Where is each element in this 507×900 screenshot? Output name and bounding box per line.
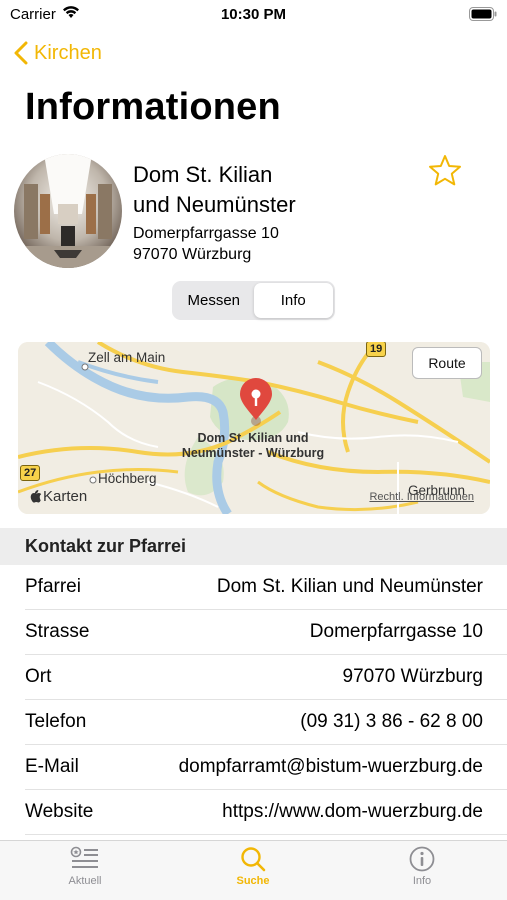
back-button[interactable]: Kirchen xyxy=(14,38,102,68)
news-list-icon xyxy=(70,846,98,868)
tab-aktuell-label: Aktuell xyxy=(68,875,102,887)
church-name: Dom St. Kilian und Neumünster xyxy=(133,160,393,220)
church-address: Domerpfarrgasse 10 97070 Würzburg xyxy=(133,223,279,265)
legal-link[interactable]: Rechtl. Informationen xyxy=(369,491,474,503)
maps-brand: Karten xyxy=(30,488,87,505)
road-shield-27: 27 xyxy=(20,465,41,481)
back-label: Kirchen xyxy=(34,41,102,64)
row-value: 97070 Würzburg xyxy=(342,666,483,687)
route-button[interactable]: Route xyxy=(412,347,482,379)
map-label-zell: Zell am Main xyxy=(88,350,166,365)
row-label: Pfarrei xyxy=(25,576,81,597)
contact-row-email[interactable]: E-Mail dompfarramt@bistum-wuerzburg.de xyxy=(25,745,507,790)
map-pin-label: Dom St. Kilian und Neumünster - Würzburg xyxy=(168,431,338,461)
contact-row-telefon[interactable]: Telefon (09 31) 3 86 - 62 8 00 xyxy=(25,700,507,745)
row-value: Dom St. Kilian und Neumünster xyxy=(216,576,483,597)
row-label: Website xyxy=(25,801,94,822)
contact-row-strasse: Strasse Domerpfarrgasse 10 xyxy=(25,610,507,655)
church-name-line2: und Neumünster xyxy=(133,192,296,217)
tab-info-label: Info xyxy=(412,875,432,887)
row-value[interactable]: https://www.dom-wuerzburg.de xyxy=(93,801,507,823)
section-header-label: Kontakt zur Pfarrei xyxy=(25,536,187,556)
apple-logo-icon xyxy=(30,489,42,503)
favorite-star-icon[interactable] xyxy=(428,154,462,192)
contact-row-ort: Ort 97070 Würzburg xyxy=(25,655,507,700)
segment-messen[interactable]: Messen xyxy=(174,283,254,318)
status-bar: Carrier 10:30 PM xyxy=(0,0,507,30)
church-city: 97070 Würzburg xyxy=(133,246,252,263)
section-header-contact: Kontakt zur Pfarrei xyxy=(0,528,507,565)
page-title: Informationen xyxy=(25,86,281,128)
map-pin-label-line2: Neumünster - Würzburg xyxy=(181,446,325,460)
contact-row-pfarrei: Pfarrei Dom St. Kilian und Neumünster xyxy=(25,565,507,610)
church-street: Domerpfarrgasse 10 xyxy=(133,225,279,242)
row-value: Domerpfarrgasse 10 xyxy=(309,621,483,642)
tab-info[interactable]: Info xyxy=(372,845,472,887)
church-name-line1: Dom St. Kilian xyxy=(133,162,273,187)
church-photo xyxy=(14,154,122,268)
contact-row-website[interactable]: Website https://www.dom-wuerzburg.de xyxy=(25,790,507,835)
maps-brand-label: Karten xyxy=(43,488,88,505)
segment-info[interactable]: Info xyxy=(253,283,333,318)
search-icon xyxy=(241,847,266,872)
tab-aktuell[interactable]: Aktuell xyxy=(35,845,135,887)
tab-suche-label: Suche xyxy=(236,875,270,887)
row-value[interactable]: (09 31) 3 86 - 62 8 00 xyxy=(86,711,507,733)
row-label: E-Mail xyxy=(25,756,79,777)
road-shield-19: 19 xyxy=(366,342,387,357)
row-value[interactable]: dompfarramt@bistum-wuerzburg.de xyxy=(79,756,507,778)
chevron-left-icon xyxy=(14,41,28,65)
clock: 10:30 PM xyxy=(220,6,287,23)
segmented-control: Messen Info xyxy=(172,281,335,320)
tab-bar: Aktuell Suche Info xyxy=(0,840,507,900)
info-icon xyxy=(409,846,435,872)
map-pin-label-line1: Dom St. Kilian und xyxy=(197,431,309,445)
row-label: Strasse xyxy=(25,621,90,642)
battery-icon xyxy=(469,7,497,26)
tab-suche[interactable]: Suche xyxy=(203,845,303,887)
row-label: Ort xyxy=(25,666,52,687)
row-label: Telefon xyxy=(25,711,87,732)
map-label-hoechberg: Höchberg xyxy=(98,471,157,486)
map-view[interactable]: Zell am Main Höchberg Gerbrunn Dom St. K… xyxy=(18,342,490,514)
